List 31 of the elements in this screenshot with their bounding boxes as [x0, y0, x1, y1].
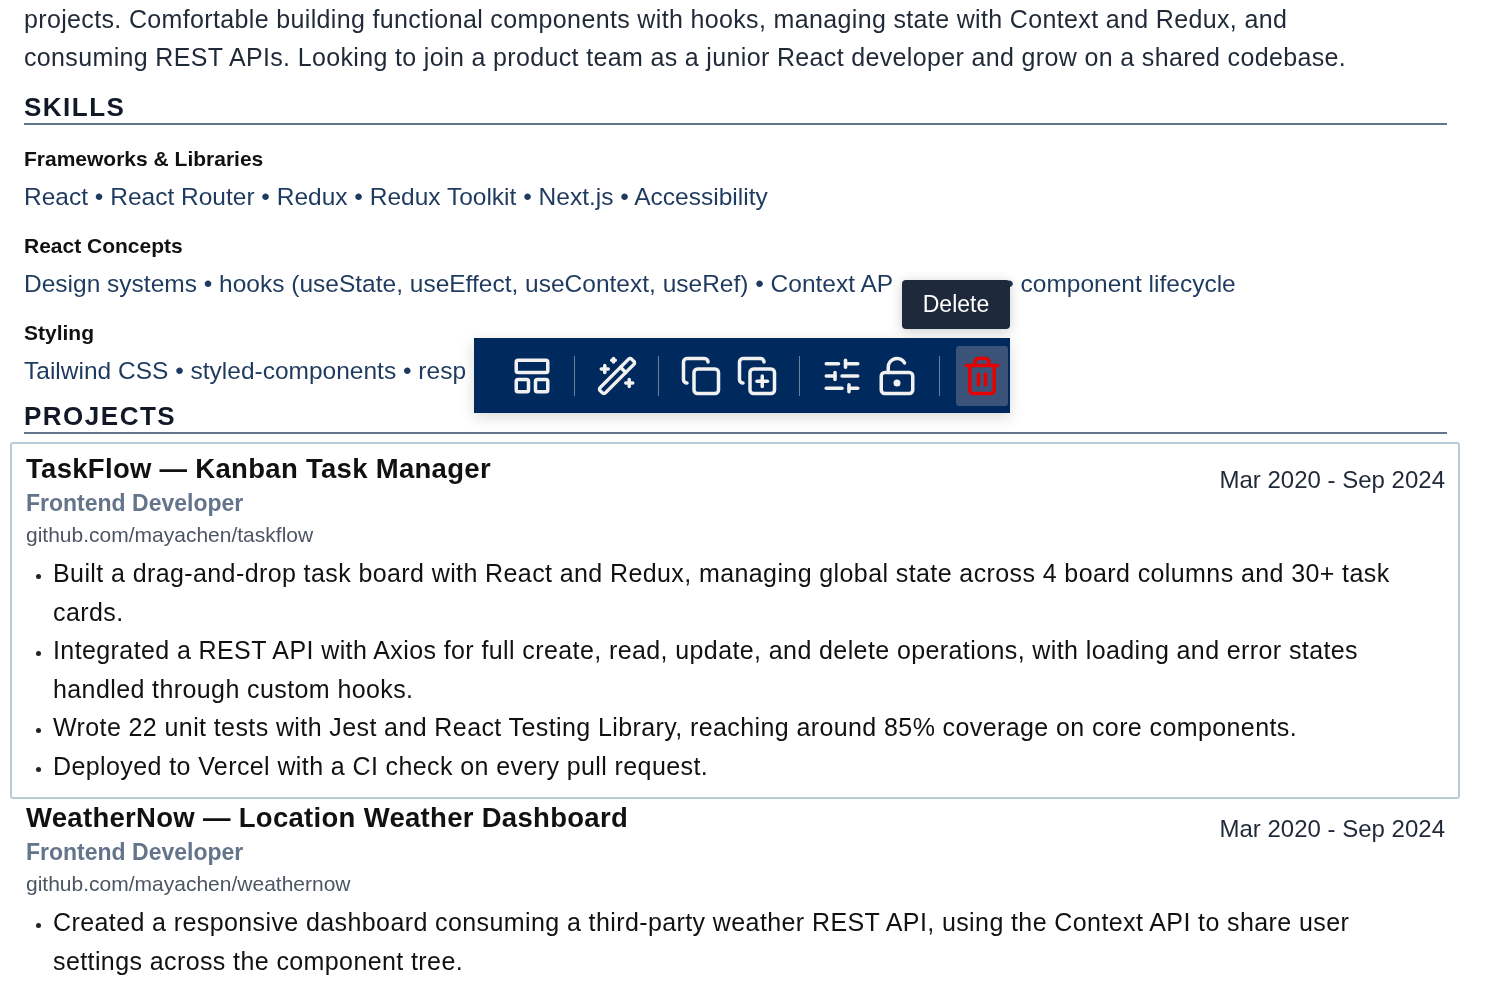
bullet-text: Built a drag-and-drop task board with React and Redux, managing global state across 4 board columns and 30+ task cards.	[53, 558, 1391, 628]
bullet-text: Integrated a REST API with Axios for full create, read, update, and delete operations, with loading and error states handled through custom hooks.	[53, 635, 1360, 705]
bullet-text: Deployed to Vercel with a CI check on every pull request.	[53, 750, 709, 782]
project-link[interactable]: github.com/mayachen/taskflow	[26, 520, 491, 550]
project-dates: Mar 2020 - Sep 2024	[1219, 815, 1445, 843]
project-role: Frontend Developer	[26, 489, 245, 518]
bullet-icon	[36, 651, 41, 656]
bullet-icon	[36, 574, 41, 579]
skill-list: React • React Router • Redux • Redux Toolkit • Next.js • Accessibility	[24, 183, 768, 210]
bullet-text: Created a responsive dashboard consuming a third-party weather REST API, using the Context API to share user settings across the component tree.	[53, 907, 1351, 977]
tooltip: Delete	[902, 280, 1010, 329]
section-heading: SKILLS	[24, 91, 1447, 125]
bullet-icon	[36, 728, 41, 733]
project-title: TaskFlow — Kanban Task Manager	[26, 452, 491, 486]
skill-list: Tailwind CSS • styled-components • resp	[24, 357, 466, 384]
skill-group-title: Styling	[24, 321, 94, 344]
summary-text: consuming REST APIs. Looking to join a product team as a junior React developer and grow on a shared codebase.	[24, 43, 1347, 71]
bullet-text: Wrote 22 unit tests with Jest and React Testing Library, reaching around 85% coverage on core components.	[53, 712, 1298, 743]
summary-text: projects. Comfortable building functional components with hooks, managing state with Context and Redux, and	[24, 5, 1288, 33]
project-role: Frontend Developer	[26, 838, 245, 867]
skill-list: Design systems • hooks (useState, useEffect, useContext, useRef) • Context AP	[24, 270, 894, 297]
skill-group-title: Frameworks & Libraries	[24, 147, 264, 170]
bullet-icon	[36, 766, 41, 772]
skill-group-title: React Concepts	[24, 234, 183, 257]
project-link[interactable]: github.com/mayachen/weathernow	[26, 869, 629, 899]
project-dates: Mar 2020 - Sep 2024	[1219, 466, 1445, 494]
magic-wand-icon	[595, 354, 638, 397]
duplicate-icon	[735, 354, 778, 397]
project-title: WeatherNow — Location Weather Dashboard	[26, 801, 629, 835]
bullet-icon	[36, 923, 41, 928]
copy-icon	[680, 354, 723, 397]
